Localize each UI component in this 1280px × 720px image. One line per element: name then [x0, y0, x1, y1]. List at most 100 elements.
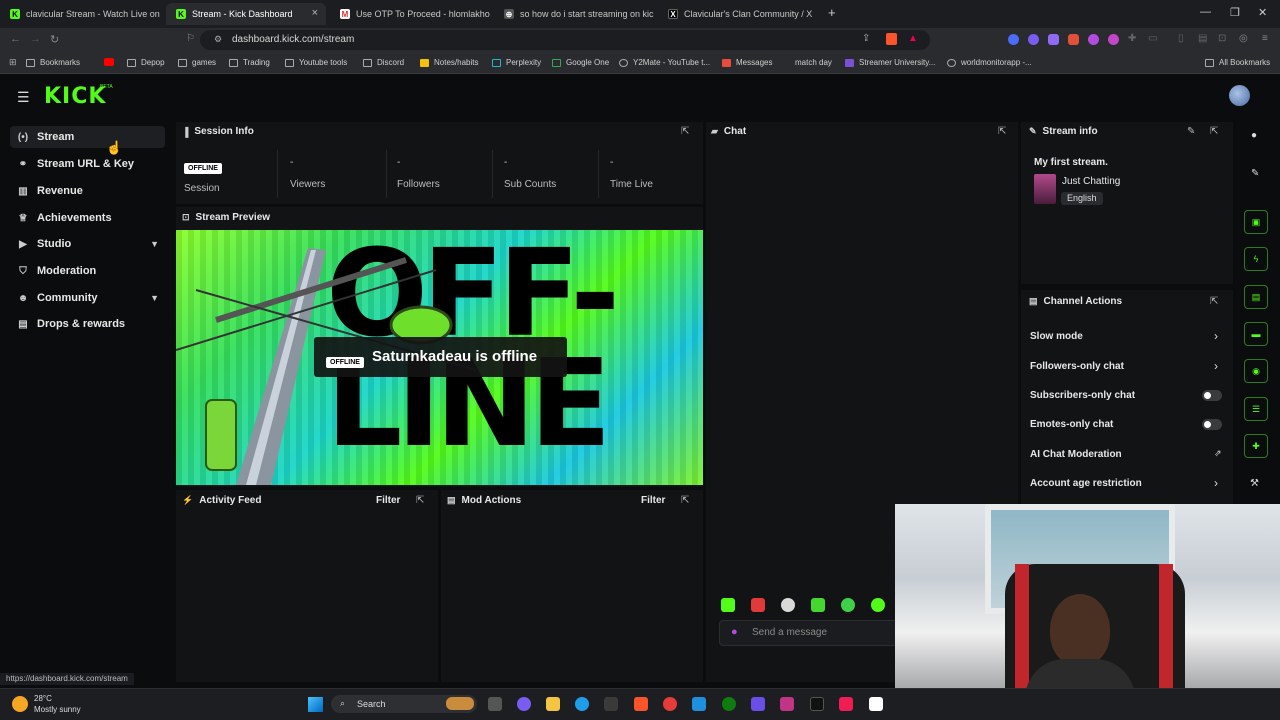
category-name[interactable]: Just Chatting [1062, 176, 1120, 187]
task-view-icon[interactable] [488, 697, 502, 711]
minimize-icon[interactable]: — [1200, 6, 1211, 18]
weather-desc[interactable]: Mostly sunny [34, 705, 81, 714]
bookmark-page-icon[interactable]: ⚐ [186, 33, 195, 44]
sidebar-item-achievements[interactable]: ♕ Achievements [10, 207, 165, 229]
wallet-icon[interactable]: ▤ [1198, 33, 1207, 44]
emote-icon[interactable] [721, 598, 735, 612]
tab-clavicular-stream[interactable]: K clavicular Stream - Watch Live on Kic [0, 3, 162, 25]
store-icon[interactable] [604, 697, 618, 711]
emote-icon[interactable] [841, 598, 855, 612]
menu-icon[interactable]: ≡ [1262, 33, 1268, 44]
copilot-icon[interactable] [517, 697, 531, 711]
emote-icon[interactable] [871, 598, 885, 612]
bookmark-item[interactable]: Bookmarks [26, 58, 80, 67]
slow-mode-action[interactable]: Slow mode [1030, 331, 1083, 342]
maximize-icon[interactable]: ❐ [1230, 6, 1240, 19]
emote-icon[interactable] [781, 598, 795, 612]
extension-icon[interactable] [1008, 34, 1019, 45]
vpn-icon[interactable]: ⊡ [1218, 33, 1226, 44]
youtube-bookmark-icon[interactable] [104, 58, 114, 66]
activity-filter-button[interactable]: Filter [376, 495, 400, 506]
pencil-icon[interactable]: ✎ [1251, 168, 1259, 179]
weather-sun-icon[interactable] [12, 696, 28, 712]
hamburger-menu-icon[interactable]: ☰ [17, 89, 30, 106]
chevron-down-icon[interactable]: ▼ [150, 293, 159, 303]
popout-icon[interactable]: ⇱ [681, 126, 689, 137]
brave-rewards-icon[interactable]: ▲ [908, 33, 918, 44]
site-settings-icon[interactable]: ⚙ [214, 34, 222, 45]
edge-icon[interactable] [575, 697, 589, 711]
popout-icon[interactable]: ⇱ [1210, 126, 1218, 137]
bookmark-item[interactable]: Depop [127, 58, 165, 67]
emotes-only-toggle[interactable] [1202, 419, 1222, 430]
followers-only-action[interactable]: Followers-only chat [1030, 361, 1124, 372]
emote-icon[interactable] [751, 598, 765, 612]
sidebar-item-drops-rewards[interactable]: ▤ Drops & rewards [10, 313, 165, 335]
sidebar-item-stream[interactable]: (•) Stream [10, 126, 165, 148]
popout-icon[interactable]: ⇱ [416, 495, 424, 506]
notion-icon[interactable] [869, 697, 883, 711]
weather-temp[interactable]: 28°C [34, 694, 52, 703]
brave-shield-icon[interactable] [886, 33, 897, 45]
all-bookmarks[interactable]: All Bookmarks [1205, 58, 1270, 67]
wrench-icon[interactable]: ✚ [1244, 434, 1268, 458]
bookmark-item[interactable]: match day [795, 58, 832, 67]
back-icon[interactable]: ← [10, 33, 21, 45]
microphone-icon[interactable]: ● [731, 626, 738, 638]
sidebar-item-moderation[interactable]: ⛉ Moderation [10, 260, 165, 282]
document-icon[interactable]: ▤ [1244, 285, 1268, 309]
forward-icon[interactable]: → [30, 33, 41, 45]
app-icon[interactable] [751, 697, 765, 711]
tab-search-streaming[interactable]: ⊕ so how do i start streaming on kick [494, 3, 654, 25]
info-icon[interactable]: ● [1251, 130, 1257, 141]
external-link-icon[interactable]: ⇗ [1214, 448, 1222, 459]
puzzle-icon[interactable]: ✚ [1128, 33, 1136, 44]
popout-icon[interactable]: ⇱ [998, 126, 1006, 137]
app-icon[interactable] [810, 697, 824, 711]
xbox-icon[interactable] [722, 697, 736, 711]
extension-icon[interactable] [1048, 34, 1059, 45]
bookmark-item[interactable]: Trading [229, 58, 270, 67]
subscribers-only-toggle[interactable] [1202, 390, 1222, 401]
bookmark-item[interactable]: Streamer University... [845, 58, 935, 67]
mod-filter-button[interactable]: Filter [641, 495, 665, 506]
tab-x-community[interactable]: X Clavicular's Clan Community / X [658, 3, 818, 25]
sidebar-item-stream-url-key[interactable]: ⚭ Stream URL & Key [10, 153, 165, 175]
sidebar-item-studio[interactable]: ▶ Studio ▼ [10, 233, 165, 255]
tab-gmail-otp[interactable]: M Use OTP To Proceed - hlomlakhoza@ [330, 3, 490, 25]
bookmark-item[interactable]: games [178, 58, 216, 67]
clip-icon[interactable]: ▣ [1244, 210, 1268, 234]
kick-logo[interactable]: KICK [44, 84, 106, 109]
lightning-icon[interactable]: ϟ [1244, 247, 1268, 271]
chevron-down-icon[interactable]: ▼ [150, 239, 159, 249]
share-icon[interactable]: ⇪ [862, 33, 870, 44]
sidebar-item-revenue[interactable]: ▥ Revenue [10, 180, 165, 202]
file-explorer-icon[interactable] [546, 697, 560, 711]
sidebar-item-community[interactable]: ☻ Community ▼ [10, 287, 165, 309]
ai-chat-moderation-action[interactable]: AI Chat Moderation [1030, 449, 1122, 460]
avatar[interactable] [1229, 85, 1250, 106]
extension-icon[interactable]: ▭ [1148, 33, 1157, 44]
close-window-icon[interactable]: ✕ [1258, 6, 1267, 19]
bookmark-item[interactable]: Google One [552, 58, 609, 67]
chevron-right-icon[interactable]: › [1214, 359, 1218, 373]
extension-icon[interactable] [1068, 34, 1079, 45]
emote-icon[interactable] [811, 598, 825, 612]
extension-icon[interactable] [1088, 34, 1099, 45]
bookmark-item[interactable]: Notes/habits [420, 58, 478, 67]
tools-icon[interactable]: ⚒ [1250, 478, 1259, 489]
chat-bubble-icon[interactable]: ▬ [1244, 322, 1268, 346]
account-age-restriction-action[interactable]: Account age restriction [1030, 478, 1142, 489]
extension-icon[interactable] [1108, 34, 1119, 45]
popout-icon[interactable]: ⇱ [681, 495, 689, 506]
bookmark-item[interactable]: Y2Mate - YouTube t... [619, 58, 710, 67]
extension-icon[interactable] [1028, 34, 1039, 45]
tiktok-icon[interactable] [839, 697, 853, 711]
brave-menu-icon[interactable]: ◎ [1239, 33, 1248, 44]
new-tab-icon[interactable]: + [828, 5, 836, 20]
close-tab-icon[interactable]: × [312, 7, 318, 19]
bookmark-item[interactable]: Messages [722, 58, 772, 67]
instagram-icon[interactable] [780, 697, 794, 711]
bookmark-item[interactable]: worldmonitorapp -... [947, 58, 1032, 67]
bookmark-item[interactable]: Perplexity [492, 58, 541, 67]
